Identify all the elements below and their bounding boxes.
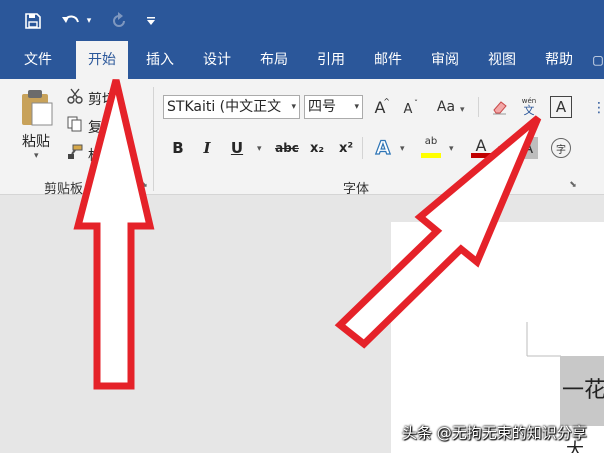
watermark-text: 头条 @无拘无束的知识分享 — [402, 424, 587, 442]
annotation-arrow-up — [73, 79, 155, 390]
annotation-arrow-diagonal — [334, 115, 542, 349]
annotation-arrows — [73, 79, 542, 390]
